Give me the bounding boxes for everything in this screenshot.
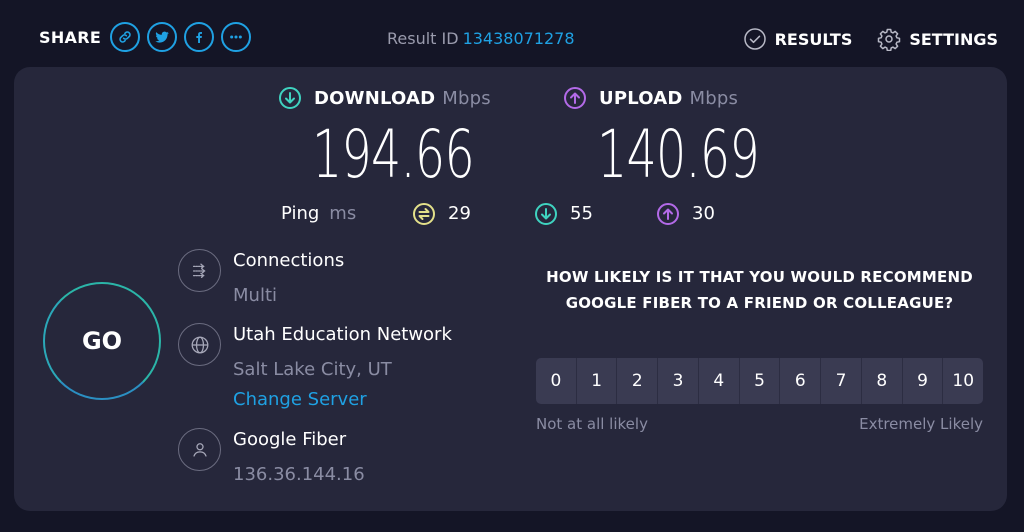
user-icon	[192, 442, 207, 457]
settings-nav-button[interactable]: SETTINGS	[877, 27, 998, 51]
share-group: SHARE	[39, 22, 258, 52]
server-name: Utah Education Network	[233, 324, 452, 345]
share-facebook-button[interactable]	[184, 22, 215, 52]
rating-option-7[interactable]: 7	[821, 358, 862, 404]
upload-label: UPLOAD	[599, 87, 683, 109]
ping-upload-value: 30	[692, 203, 715, 224]
rating-option-2[interactable]: 2	[617, 358, 659, 404]
share-more-button[interactable]	[221, 22, 252, 52]
upload-header: UPLOAD Mbps	[563, 86, 822, 110]
ping-upload: 30	[656, 202, 715, 226]
share-label: SHARE	[39, 27, 102, 47]
rating-option-5[interactable]: 5	[739, 358, 781, 404]
upload-result: UPLOAD Mbps 140.69	[563, 86, 822, 188]
upload-unit: Mbps	[689, 87, 739, 109]
connections-value: Multi	[233, 285, 277, 306]
upload-arrow-icon	[564, 87, 586, 109]
link-icon	[119, 31, 131, 43]
share-twitter-button[interactable]	[147, 22, 178, 52]
connections-title: Connections	[233, 250, 345, 271]
top-nav: RESULTS SETTINGS	[718, 27, 998, 51]
rating-scale: 0 1 2 3 4 5 6 7 8 9 10	[536, 358, 983, 404]
gear-icon	[878, 28, 901, 51]
top-bar: SHARE Result ID 13438071278 RESULTS SETTI…	[0, 0, 1024, 67]
facebook-icon	[196, 32, 203, 43]
rating-option-1[interactable]: 1	[576, 358, 618, 404]
download-arrow-icon	[279, 87, 301, 109]
scale-high-label: Extremely Likely	[859, 415, 983, 433]
rating-option-6[interactable]: 6	[780, 358, 822, 404]
download-result: DOWNLOAD Mbps 194.66	[278, 86, 537, 188]
results-label: RESULTS	[774, 29, 853, 49]
upload-value: 140.69	[597, 116, 760, 193]
share-link-button[interactable]	[110, 22, 141, 52]
rating-option-4[interactable]: 4	[698, 358, 740, 404]
rating-option-0[interactable]: 0	[536, 358, 577, 404]
ping-label: Ping	[281, 203, 320, 224]
go-button[interactable]: GO	[43, 282, 161, 400]
ping-download-value: 55	[570, 203, 593, 224]
download-value: 194.66	[312, 116, 475, 193]
download-label: DOWNLOAD	[314, 87, 436, 109]
download-latency-icon	[535, 202, 557, 225]
change-server-link[interactable]: Change Server	[233, 389, 367, 410]
globe-icon	[191, 336, 208, 353]
result-id-label: Result ID	[387, 29, 459, 48]
provider-ip: 136.36.144.16	[233, 464, 365, 485]
globe-icon-wrap	[178, 323, 221, 366]
nps-survey: HOW LIKELY IS IT THAT YOU WOULD RECOMMEN…	[536, 264, 983, 433]
server-location: Salt Lake City, UT	[233, 359, 392, 380]
result-id-link[interactable]: 13438071278	[463, 29, 575, 48]
download-unit: Mbps	[442, 87, 491, 109]
rating-option-9[interactable]: 9	[902, 358, 944, 404]
scale-low-label: Not at all likely	[536, 415, 648, 433]
check-circle-icon	[743, 28, 766, 50]
rating-option-10[interactable]: 10	[943, 358, 983, 404]
settings-label: SETTINGS	[909, 29, 998, 49]
more-icon	[230, 35, 242, 39]
ping-idle-value: 29	[448, 203, 471, 224]
user-icon-wrap	[178, 428, 221, 471]
connections-icon-wrap	[178, 249, 221, 292]
ping-row: Ping ms 29 55 30	[281, 202, 715, 225]
ping-idle: 29	[412, 202, 471, 226]
scale-labels: Not at all likely Extremely Likely	[536, 415, 983, 433]
rating-option-8[interactable]: 8	[861, 358, 903, 404]
download-header: DOWNLOAD Mbps	[278, 86, 537, 110]
ping-idle-icon	[413, 202, 435, 225]
ping-unit: ms	[329, 203, 357, 224]
ping-download: 55	[534, 202, 593, 226]
connections-icon	[192, 262, 206, 279]
provider-name: Google Fiber	[233, 429, 347, 450]
upload-latency-icon	[657, 202, 679, 225]
survey-question: HOW LIKELY IS IT THAT YOU WOULD RECOMMEN…	[546, 268, 973, 312]
result-id: Result ID 13438071278	[387, 29, 575, 48]
rating-option-3[interactable]: 3	[658, 358, 699, 404]
results-nav-button[interactable]: RESULTS	[743, 27, 853, 51]
twitter-icon	[155, 31, 169, 43]
